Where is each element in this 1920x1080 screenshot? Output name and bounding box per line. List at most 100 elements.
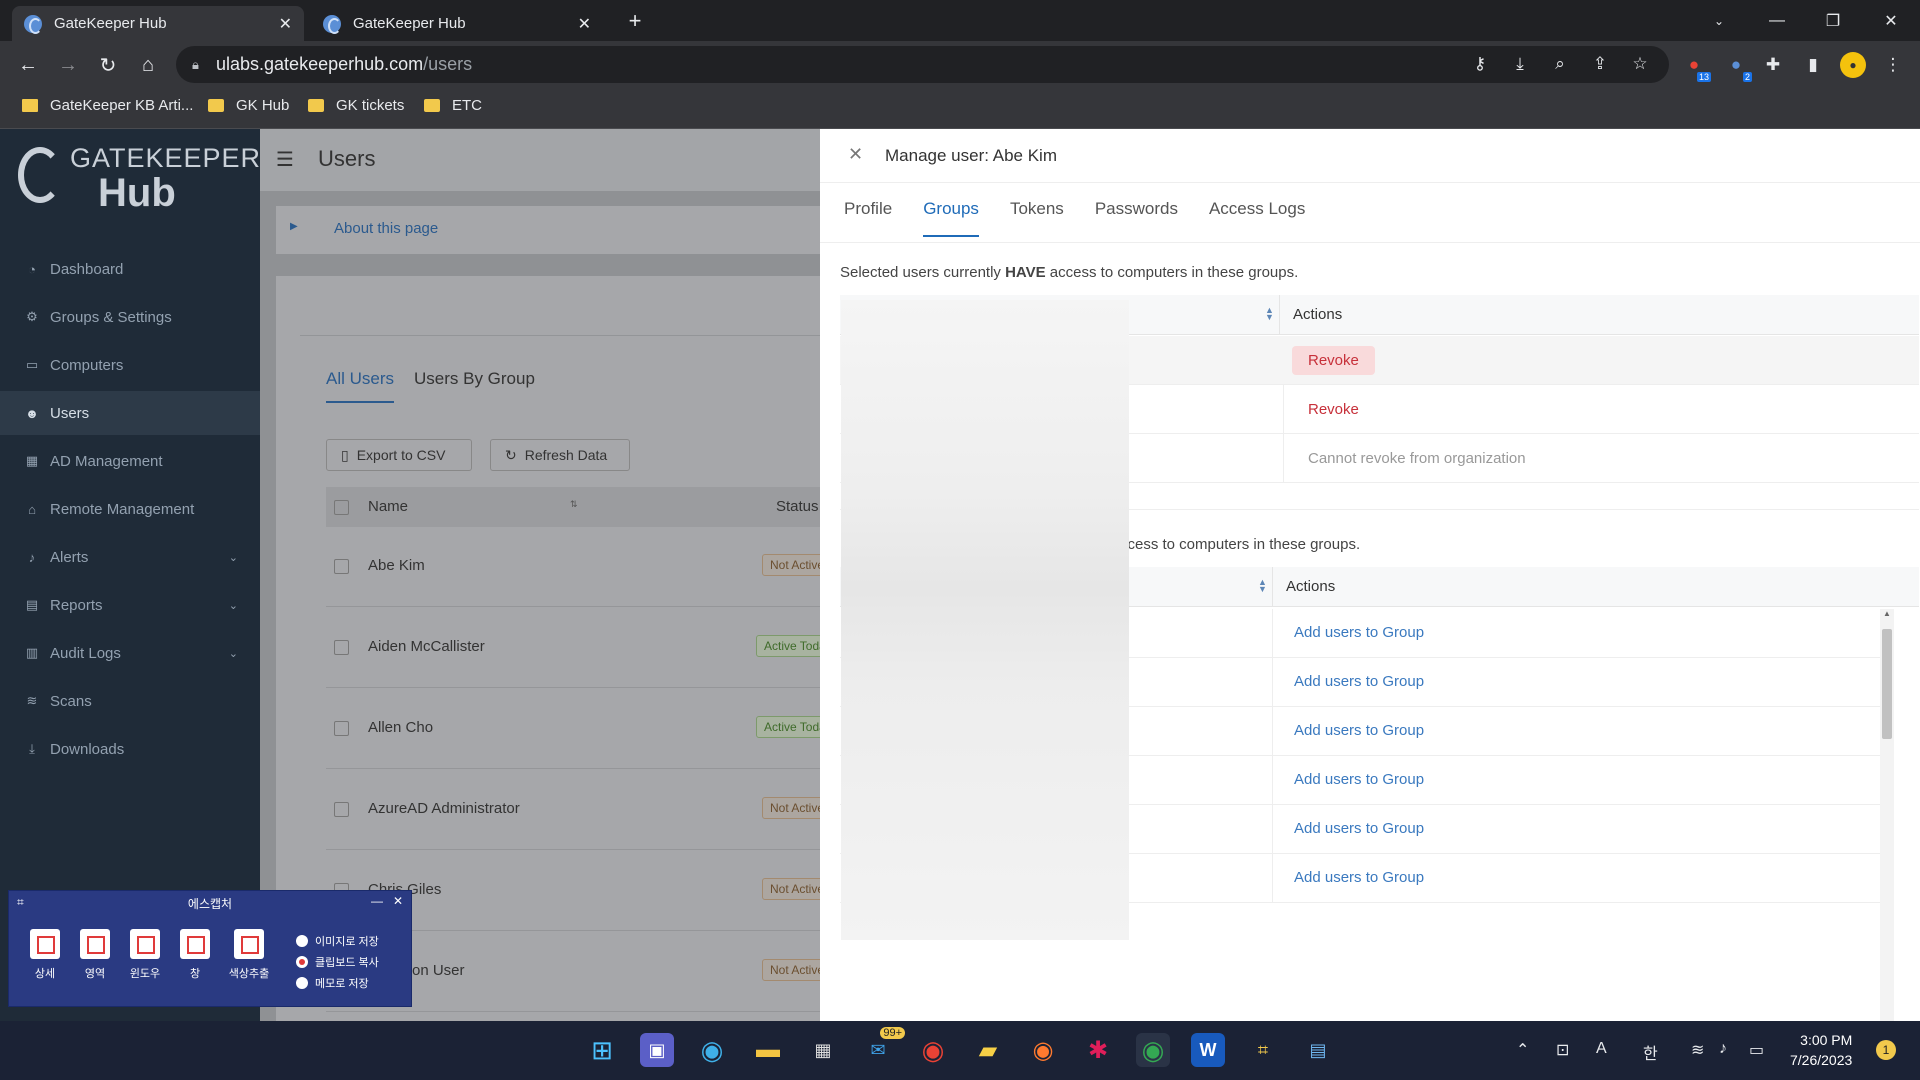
capture-close-icon[interactable]: ✕ [393, 894, 403, 908]
add-users-to-group-link[interactable]: Add users to Group [1294, 771, 1424, 788]
bookmark-star-icon[interactable]: ☆ [1627, 51, 1653, 77]
sidebar-item-downloads[interactable]: ⤓ Downloads [0, 727, 260, 771]
extension-gatekeeper-icon[interactable]: ● 2 [1723, 52, 1752, 82]
bookmark-folder[interactable]: GK tickets [308, 97, 404, 114]
browser-tab-2[interactable]: GateKeeper Hub ✕ [311, 6, 603, 41]
bookmark-folder[interactable]: GK Hub [208, 97, 289, 114]
save-as-memo-option[interactable]: 메모로 저장 [296, 975, 369, 991]
capture-tool-icon[interactable]: ⌗ [1246, 1033, 1280, 1067]
table-scrollbar[interactable]: ▲ ▼ [1880, 609, 1894, 1035]
slack-icon[interactable]: ✱ [1081, 1033, 1115, 1067]
chrome-menu-icon[interactable]: ⋮ [1880, 52, 1906, 78]
teams-chat-icon[interactable]: ▣ [640, 1033, 674, 1067]
install-icon[interactable]: ⤓ [1507, 51, 1533, 77]
side-panel-icon[interactable]: ▮ [1800, 52, 1826, 78]
row-checkbox[interactable] [334, 802, 349, 817]
sidebar-item-groups-settings[interactable]: ⚙ Groups & Settings [0, 295, 260, 339]
sidebar-item-computers[interactable]: ▭ Computers [0, 343, 260, 387]
sort-icon[interactable]: ▲ ▼ [1258, 578, 1267, 594]
sort-icon[interactable]: ⇅ [570, 499, 578, 510]
row-checkbox[interactable] [334, 559, 349, 574]
sort-icon[interactable]: ▲ ▼ [1265, 306, 1274, 322]
capture-window-button[interactable]: 윈도우 [123, 929, 167, 981]
clock[interactable]: 3:00 PM 7/26/2023 [1790, 1030, 1852, 1070]
tab-groups[interactable]: Groups [923, 199, 979, 237]
capture-detail-button[interactable]: 상세 [23, 929, 67, 981]
tab-search-chevron-icon[interactable]: ⌄ [1696, 0, 1742, 41]
row-checkbox[interactable] [334, 640, 349, 655]
tab-all-users[interactable]: All Users [326, 369, 395, 403]
address-bar[interactable]: 🔒︎ ulabs.gatekeeperhub.com/users ⚷ ⤓ ⌕ ⇪… [176, 46, 1669, 83]
sidebar-item-ad-management[interactable]: ▦ AD Management [0, 439, 260, 483]
row-checkbox[interactable] [334, 721, 349, 736]
browser-tab-1[interactable]: GateKeeper Hub ✕ [12, 6, 304, 41]
mail-icon[interactable]: ✉ 99+ [861, 1027, 905, 1067]
volume-icon[interactable]: ♪ [1719, 1040, 1727, 1058]
notification-badge[interactable]: 1 [1876, 1040, 1896, 1060]
revoke-button[interactable]: Revoke [1292, 395, 1375, 424]
sidebar-item-alerts[interactable]: ♪ Alerts ⌄ [0, 535, 260, 579]
capture-region-button[interactable]: 영역 [73, 929, 117, 981]
tab-tokens[interactable]: Tokens [1010, 199, 1064, 237]
tray-overflow-icon[interactable]: ⌃ [1516, 1040, 1529, 1060]
table-row[interactable]: AzureAD Administrator Not Active [326, 770, 833, 850]
new-tab-button[interactable]: + [612, 0, 658, 41]
zoom-icon[interactable]: ⌕ [1547, 51, 1573, 77]
add-users-to-group-link[interactable]: Add users to Group [1294, 722, 1424, 739]
add-users-to-group-link[interactable]: Add users to Group [1294, 869, 1424, 886]
revoke-button[interactable]: Revoke [1292, 346, 1375, 375]
windows-start-icon[interactable]: ⊞ [585, 1033, 619, 1067]
font-icon[interactable]: A [1596, 1040, 1607, 1058]
share-icon[interactable]: ⇪ [1587, 51, 1613, 77]
select-all-checkbox[interactable] [334, 500, 349, 515]
ime-indicator[interactable]: 한 [1643, 1040, 1658, 1064]
extension-red-icon[interactable]: ● 13 [1681, 52, 1711, 82]
close-tab-icon[interactable]: ✕ [578, 14, 591, 34]
chrome-profile-icon[interactable]: ◉ [1136, 1033, 1170, 1067]
color-picker-button[interactable]: 색상추출 [223, 929, 275, 981]
refresh-data-button[interactable]: ↻ Refresh Data [490, 439, 630, 471]
minimize-button[interactable]: — [1754, 0, 1800, 41]
sidebar-item-reports[interactable]: ▤ Reports ⌄ [0, 583, 260, 627]
tab-passwords[interactable]: Passwords [1095, 199, 1178, 237]
edge-icon[interactable]: ◉ [695, 1033, 729, 1067]
menu-toggle-icon[interactable]: ☰ [276, 147, 294, 172]
sidebar-item-audit-logs[interactable]: ▥ Audit Logs ⌄ [0, 631, 260, 675]
about-panel[interactable]: ▶ About this page [276, 206, 820, 254]
back-icon[interactable]: ← [12, 49, 44, 81]
chrome-icon[interactable]: ◉ [916, 1033, 950, 1067]
capture-minimize-icon[interactable]: — [371, 894, 383, 908]
close-drawer-icon[interactable]: ✕ [848, 144, 863, 165]
scroll-up-icon[interactable]: ▲ [1883, 609, 1891, 618]
bookmark-item[interactable]: GateKeeper KB Arti... [22, 97, 193, 114]
table-row[interactable]: Allen Cho Active Toda [326, 689, 834, 769]
battery-icon[interactable]: ▭ [1749, 1040, 1764, 1060]
user-name[interactable]: Allen Cho [368, 719, 433, 736]
home-icon[interactable]: ⌂ [132, 49, 164, 81]
user-name[interactable]: on User [412, 962, 465, 979]
close-tab-icon[interactable]: ✕ [279, 14, 292, 34]
scrollbar-thumb[interactable] [1882, 629, 1892, 739]
save-as-image-option[interactable]: 이미지로 저장 [296, 933, 379, 949]
table-row[interactable]: Aiden McCallister Active Toda [326, 608, 834, 688]
sticky-notes-icon[interactable]: ▰ [971, 1033, 1005, 1067]
bookmark-folder[interactable]: ETC [424, 97, 482, 114]
window-app-icon[interactable]: ▤ [1301, 1033, 1335, 1067]
file-explorer-icon[interactable]: ▬ [751, 1033, 785, 1067]
firefox-icon[interactable]: ◉ [1026, 1033, 1060, 1067]
word-icon[interactable]: W [1191, 1033, 1225, 1067]
tab-users-by-group[interactable]: Users By Group [414, 369, 535, 389]
copy-clipboard-option[interactable]: 클립보드 복사 [296, 954, 379, 970]
sidebar-item-scans[interactable]: ≋ Scans [0, 679, 260, 723]
close-window-button[interactable]: ✕ [1868, 0, 1914, 41]
add-users-to-group-link[interactable]: Add users to Group [1294, 820, 1424, 837]
column-status[interactable]: Status [776, 498, 819, 515]
profile-avatar[interactable]: ● [1840, 52, 1866, 78]
user-name[interactable]: Aiden McCallister [368, 638, 485, 655]
sidebar-item-users[interactable]: ☻ Users [0, 391, 260, 435]
restore-button[interactable]: ❐ [1810, 0, 1856, 41]
add-users-to-group-link[interactable]: Add users to Group [1294, 624, 1424, 641]
capture-pane-button[interactable]: 창 [173, 929, 217, 981]
add-users-to-group-link[interactable]: Add users to Group [1294, 673, 1424, 690]
wifi-icon[interactable]: ≋ [1691, 1040, 1704, 1060]
